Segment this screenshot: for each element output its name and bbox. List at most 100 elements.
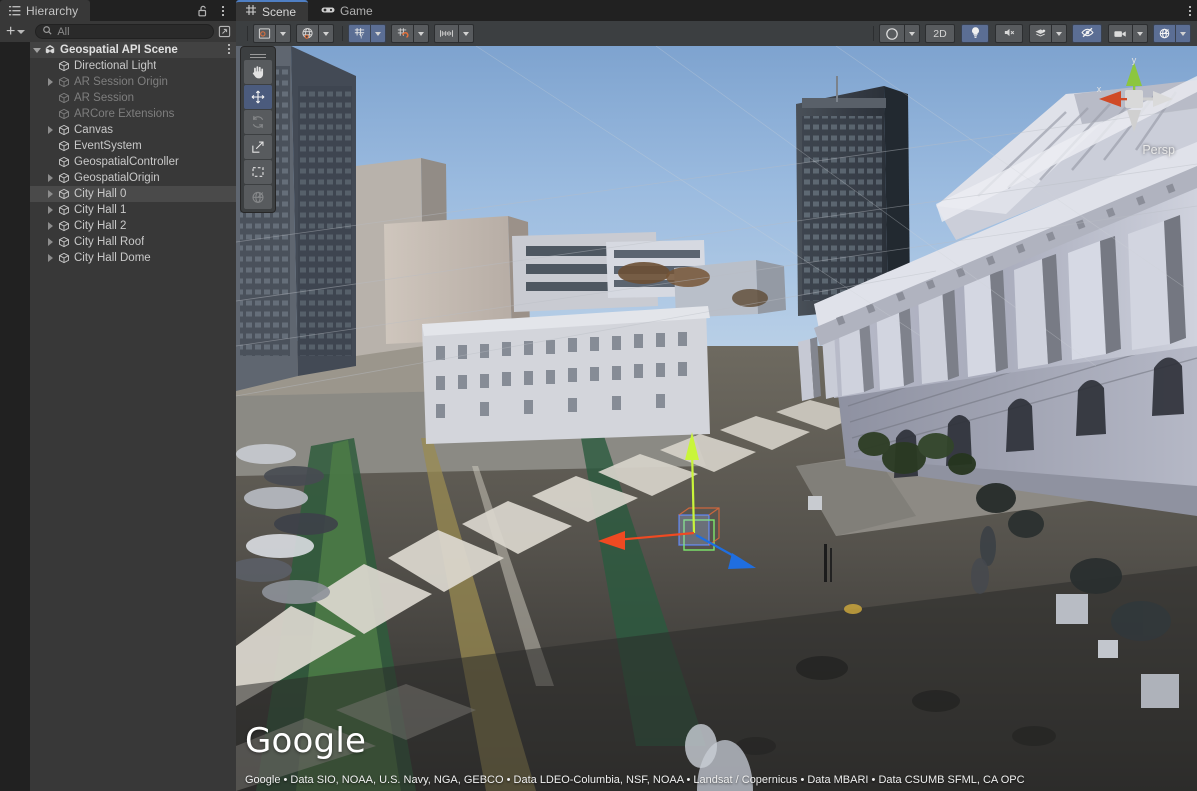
chevron-right-icon[interactable] (44, 238, 57, 246)
hierarchy-row-directional-light[interactable]: Directional Light (30, 58, 236, 74)
hierarchy-row-label: EventSystem (74, 140, 142, 152)
chevron-right-icon[interactable] (44, 254, 57, 262)
grid-y-icon[interactable]: Y (348, 24, 371, 43)
chevron-right-icon[interactable] (44, 174, 57, 182)
hierarchy-row-arcore-extensions[interactable]: ARCore Extensions (30, 106, 236, 122)
hierarchy-row-geospatialorigin[interactable]: GeospatialOrigin (30, 170, 236, 186)
sphere-shade-icon[interactable] (879, 24, 905, 43)
ruler-icon[interactable] (434, 24, 459, 43)
fx-layers-icon[interactable] (1029, 24, 1052, 43)
map-attribution: Google • Data SIO, NOAA, U.S. Navy, NGA,… (245, 774, 1025, 786)
tab-scene-label: Scene (262, 5, 296, 19)
gameobject-icon (57, 60, 71, 72)
transform-tool[interactable] (244, 185, 272, 209)
scene-visibility-toggle[interactable] (879, 24, 920, 43)
camera-settings[interactable] (1108, 24, 1148, 43)
hierarchy-row-city-hall-2[interactable]: City Hall 2 (30, 218, 236, 234)
hierarchy-row-canvas[interactable]: Canvas (30, 122, 236, 138)
rect-tool[interactable] (244, 160, 272, 184)
hierarchy-row-ar-session-origin[interactable]: AR Session Origin (30, 74, 236, 90)
hierarchy-toolbar: + All (0, 21, 236, 42)
svg-text:x: x (1097, 84, 1102, 94)
toggle-lighting[interactable] (961, 24, 989, 43)
grid-size-ruler[interactable] (434, 24, 474, 43)
gizmos-toggle[interactable] (1153, 24, 1191, 43)
scene-toolbar: Y (236, 21, 1197, 46)
scene-visibility-hidden[interactable] (1072, 24, 1102, 43)
hierarchy-row-city-hall-dome[interactable]: City Hall Dome (30, 250, 236, 266)
hierarchy-row-city-hall-0[interactable]: City Hall 0 (30, 186, 236, 202)
hierarchy-tab-bar: Hierarchy (0, 0, 236, 21)
scene-tools-overlay[interactable] (240, 46, 276, 213)
chevron-right-icon[interactable] (44, 126, 57, 134)
search-input[interactable]: All (35, 24, 214, 39)
lock-open-icon[interactable] (194, 2, 212, 20)
hierarchy-row-label: City Hall Roof (74, 236, 144, 248)
hierarchy-tree: Geospatial API SceneDirectional LightAR … (0, 42, 236, 791)
chevron-right-icon[interactable] (44, 206, 57, 214)
hierarchy-row-geospatialcontroller[interactable]: GeospatialController (30, 154, 236, 170)
tab-game[interactable]: Game (312, 0, 385, 21)
chevron-right-icon[interactable] (44, 78, 57, 86)
chevron-right-icon[interactable] (44, 190, 57, 198)
toolbar-divider (247, 26, 248, 41)
scene-window-menu[interactable] (1189, 0, 1191, 21)
gameobject-icon (57, 236, 71, 248)
effects-dropdown[interactable] (1029, 24, 1067, 43)
hierarchy-row-ar-session[interactable]: AR Session (30, 90, 236, 106)
camera-caret[interactable] (1133, 24, 1148, 43)
hierarchy-row-label: GeospatialController (74, 156, 179, 168)
scene-panel: Scene Game (236, 0, 1197, 791)
gizmos-caret[interactable] (1176, 24, 1191, 43)
tab-hierarchy[interactable]: Hierarchy (0, 0, 90, 21)
hierarchy-row-city-hall-1[interactable]: City Hall 1 (30, 202, 236, 218)
grid-snap-icon[interactable] (391, 24, 414, 43)
unity-scene-icon (43, 44, 57, 56)
svg-text:y: y (1132, 55, 1137, 65)
gizmos-globe-icon[interactable] (1153, 24, 1176, 43)
effects-caret[interactable] (1052, 24, 1067, 43)
tab-scene[interactable]: Scene (236, 0, 308, 21)
gameobject-icon (57, 92, 71, 104)
hierarchy-row-geospatial-api-scene[interactable]: Geospatial API Scene (30, 42, 236, 58)
chevron-right-icon[interactable] (44, 222, 57, 230)
grid-snap-caret[interactable] (414, 24, 429, 43)
overlay-drag-handle[interactable] (244, 50, 272, 59)
rotate-tool[interactable] (244, 110, 272, 134)
toggle-audio[interactable] (995, 24, 1023, 43)
hand-tool[interactable] (244, 60, 272, 84)
chevron-down-icon[interactable] (30, 48, 43, 53)
toolbar-divider-3 (873, 26, 874, 41)
globe-2d-3d-icon[interactable] (296, 24, 319, 43)
lighting-mode-caret[interactable] (319, 24, 334, 43)
draw-mode-dropdown[interactable] (253, 24, 291, 43)
kebab-menu-icon[interactable] (214, 2, 232, 20)
grid-snapping[interactable] (391, 24, 429, 43)
scale-tool[interactable] (244, 135, 272, 159)
toggle-2d[interactable]: 2D (925, 24, 955, 43)
hierarchy-row-label: AR Session (74, 92, 134, 104)
move-tool[interactable] (244, 85, 272, 109)
draw-mode-caret[interactable] (276, 24, 291, 43)
create-gameobject-button[interactable]: + (4, 26, 29, 38)
gameobject-icon (57, 172, 71, 184)
shaded-mode-icon[interactable] (253, 24, 276, 43)
google-logo: Google (245, 721, 366, 761)
move-handle-gizmo[interactable] (236, 46, 1197, 791)
perspective-label[interactable]: Persp (1142, 143, 1175, 157)
hierarchy-row-eventsystem[interactable]: EventSystem (30, 138, 236, 154)
camera-icon[interactable] (1108, 24, 1133, 43)
shade-caret[interactable] (905, 24, 920, 43)
sort-window-icon[interactable] (216, 24, 232, 39)
gameobject-icon (57, 252, 71, 264)
grid-axis-y[interactable]: Y (348, 24, 386, 43)
scene-viewport[interactable]: y x Persp Google Google • Data SIO, NOAA… (236, 46, 1197, 791)
scene-context-menu-icon[interactable] (228, 44, 230, 54)
create-label: + (6, 26, 15, 38)
ruler-caret[interactable] (459, 24, 474, 43)
toolbar-divider-2 (342, 26, 343, 41)
scene-lighting-mode[interactable] (296, 24, 334, 43)
grid-axis-caret[interactable] (371, 24, 386, 43)
hierarchy-row-label: Canvas (74, 124, 113, 136)
hierarchy-row-city-hall-roof[interactable]: City Hall Roof (30, 234, 236, 250)
